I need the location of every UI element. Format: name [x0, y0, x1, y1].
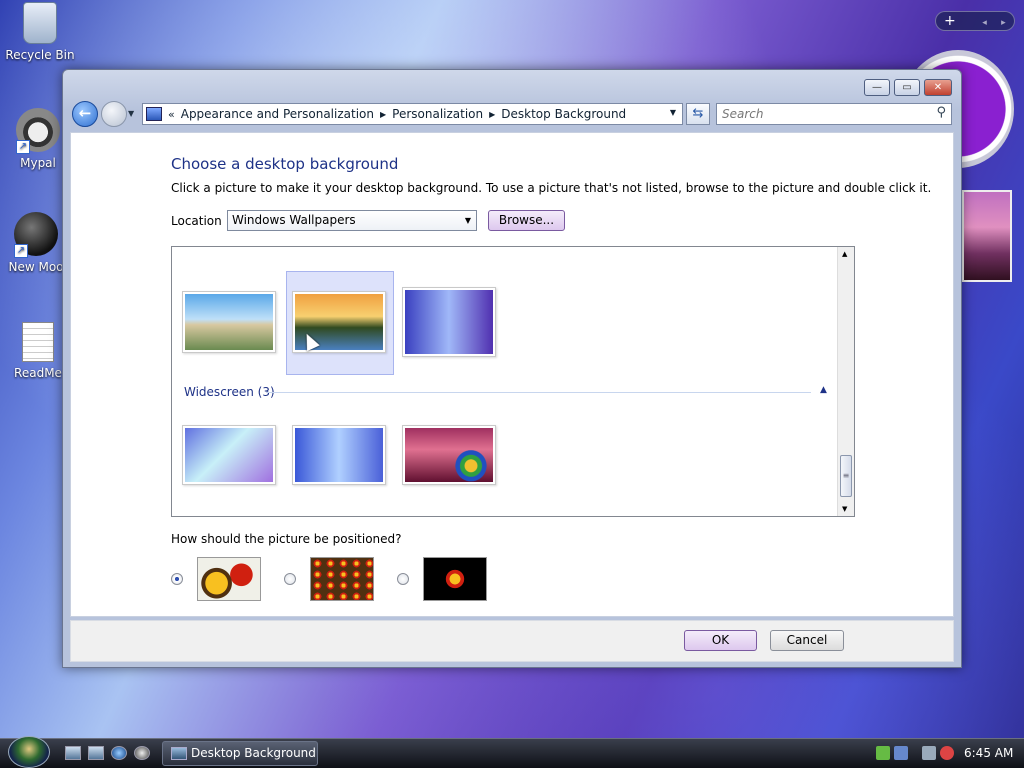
mypal-quicklaunch-icon[interactable]	[134, 746, 150, 760]
shortcut-arrow-icon: ↗	[16, 140, 30, 154]
switch-windows-icon[interactable]	[88, 746, 104, 760]
wallpaper-gallery[interactable]: Widescreen (3) ▲ ▲ ≡ ▼	[171, 246, 855, 517]
content-pane: Choose a desktop background Click a pict…	[70, 132, 954, 617]
network-icon[interactable]	[894, 746, 908, 760]
location-label: Location	[171, 214, 222, 228]
dialog-footer: OK Cancel	[70, 620, 954, 662]
back-button[interactable]: ←	[72, 101, 98, 127]
slideshow-gadget[interactable]	[962, 190, 1012, 282]
desktop-background-window: — ▭ ✕ ← ▼ « Appearance and Personalizati…	[62, 69, 962, 668]
desktop-icon-recycle-bin[interactable]: Recycle Bin	[2, 2, 78, 62]
search-input[interactable]: Search ⚲	[716, 103, 952, 125]
address-overflow-icon[interactable]: «	[168, 108, 175, 121]
group-divider	[266, 392, 811, 393]
address-bar[interactable]: « Appearance and Personalization ▶ Perso…	[142, 103, 683, 125]
taskbar-item-desktop-background[interactable]: Desktop Background	[162, 741, 318, 766]
history-dropdown-icon[interactable]: ▼	[128, 109, 134, 118]
volume-muted-icon[interactable]	[940, 746, 954, 760]
control-panel-icon	[171, 747, 187, 760]
gallery-scrollbar[interactable]: ▲ ≡ ▼	[837, 247, 854, 516]
scroll-down-icon[interactable]: ▼	[842, 505, 847, 513]
position-center-option[interactable]	[423, 557, 487, 601]
page-description: Click a picture to make it your desktop …	[171, 181, 932, 195]
wallpaper-thumbnail[interactable]	[182, 425, 276, 485]
document-icon	[22, 322, 54, 362]
location-select[interactable]: Windows Wallpapers ▼	[227, 210, 477, 231]
taskbar-item-label: Desktop Background	[191, 746, 316, 760]
chevron-down-icon: ▼	[464, 216, 471, 225]
sidebar-next-button[interactable]: ▸	[1001, 18, 1006, 28]
desktop-icon-label: ReadMe	[14, 366, 62, 380]
position-question: How should the picture be positioned?	[171, 532, 402, 546]
recycle-bin-icon	[23, 2, 57, 44]
internet-explorer-icon[interactable]	[111, 746, 127, 760]
safely-remove-icon[interactable]	[876, 746, 890, 760]
display-icon[interactable]	[922, 746, 936, 760]
collapse-group-icon[interactable]: ▲	[820, 385, 827, 395]
position-tile-radio[interactable]	[284, 573, 296, 585]
clock-time[interactable]: 6:45 AM	[964, 741, 1013, 765]
wallpaper-thumbnail[interactable]	[402, 287, 496, 357]
browse-button[interactable]: Browse...	[488, 210, 565, 231]
show-desktop-icon[interactable]	[65, 746, 81, 760]
sidebar-controls[interactable]: + ◂ ▸	[935, 11, 1015, 31]
position-fill-radio[interactable]	[171, 573, 183, 585]
breadcrumb-desktop-background[interactable]: Desktop Background	[501, 107, 626, 121]
scroll-up-icon[interactable]: ▲	[842, 250, 847, 258]
shortcut-arrow-icon: ↗	[14, 244, 28, 258]
system-tray: 6:45 AM	[868, 741, 1024, 766]
breadcrumb-separator-icon[interactable]: ▶	[380, 110, 386, 119]
group-label: Widescreen (3)	[184, 385, 275, 399]
position-center-radio[interactable]	[397, 573, 409, 585]
close-button[interactable]: ✕	[924, 79, 952, 96]
scrollbar-thumb[interactable]: ≡	[840, 455, 852, 497]
position-fill-option[interactable]	[197, 557, 261, 601]
wallpaper-thumbnail[interactable]	[402, 425, 496, 485]
desktop-icon-label: New Moo	[8, 260, 64, 274]
search-icon[interactable]: ⚲	[936, 106, 946, 120]
minimize-button[interactable]: —	[864, 79, 890, 96]
sidebar-prev-button[interactable]: ◂	[982, 18, 987, 28]
refresh-button[interactable]: ⇆	[686, 103, 710, 125]
desktop-icon-label: Recycle Bin	[5, 48, 75, 62]
wallpaper-thumbnail[interactable]	[292, 425, 386, 485]
control-panel-icon	[146, 107, 162, 121]
forward-button[interactable]	[101, 101, 127, 127]
breadcrumb-personalization[interactable]: Personalization	[392, 107, 483, 121]
sidebar-add-button[interactable]: +	[944, 13, 956, 29]
breadcrumb-appearance[interactable]: Appearance and Personalization	[181, 107, 374, 121]
page-title: Choose a desktop background	[171, 155, 399, 173]
location-value: Windows Wallpapers	[232, 213, 356, 227]
cancel-button[interactable]: Cancel	[770, 630, 844, 651]
start-button[interactable]	[8, 736, 50, 768]
maximize-button[interactable]: ▭	[894, 79, 920, 96]
breadcrumb-separator-icon[interactable]: ▶	[489, 110, 495, 119]
address-dropdown-icon[interactable]: ▼	[670, 108, 676, 117]
ok-button[interactable]: OK	[684, 630, 757, 651]
wallpaper-thumbnail[interactable]	[182, 291, 276, 353]
desktop-icon-label: Mypal	[20, 156, 56, 170]
position-tile-option[interactable]	[310, 557, 374, 601]
search-placeholder: Search	[722, 107, 764, 121]
